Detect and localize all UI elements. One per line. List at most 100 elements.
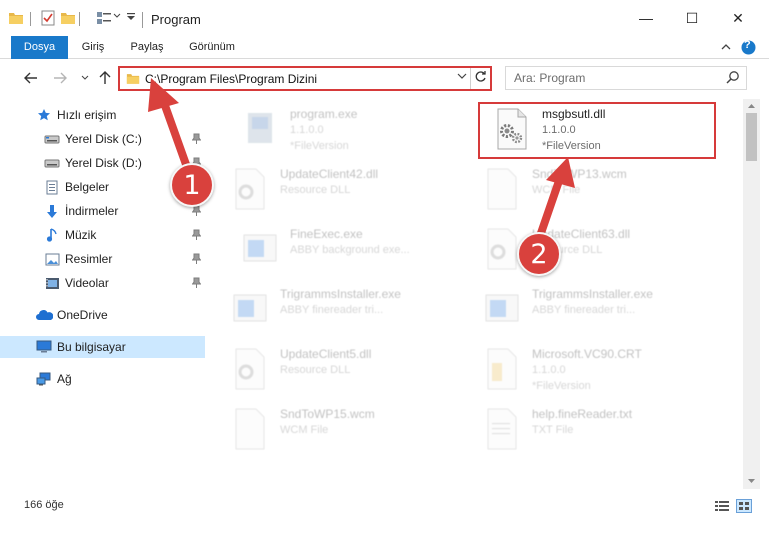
scroll-down-icon[interactable] [747,477,756,486]
tab-paylas[interactable]: Paylaş [122,36,172,59]
dll-gear-icon [230,347,268,391]
file-item[interactable]: UpdateClient5.dll Resource DLL [218,341,458,399]
search-box[interactable]: Ara: Program [505,66,747,90]
pin-icon[interactable] [191,277,202,288]
nav-label: Müzik [65,228,97,242]
minimize-button[interactable]: — [623,0,669,36]
file-item[interactable]: program.exe 1.1.0.0 *FileVersion [228,101,468,159]
search-icon[interactable] [726,70,740,87]
file-type: ABBY finereader tri... [280,304,384,316]
file-highlight-box [478,102,716,159]
search-input[interactable]: Ara: Program [514,71,585,85]
nav-item-music[interactable]: Müzik [0,224,205,246]
documents-icon [43,179,61,195]
file-item[interactable]: SndToWP13.wcm WCM File [470,161,710,219]
nav-label: İndirmeler [65,204,119,218]
close-icon: ✕ [732,9,744,26]
address-bar[interactable]: C:\Program Files\Program Dizini [118,66,492,91]
title-bar: Program — ☐ ✕ [0,0,769,38]
file-name: TrigrammsInstaller.exe [532,287,653,301]
nav-item-downloads[interactable]: İndirmeler [0,200,205,222]
new-folder-icon[interactable] [60,10,76,26]
text-file-icon [482,407,520,451]
customize-qa-icon[interactable] [126,10,136,22]
file-name: FineExec.exe [290,227,363,241]
app-window-icon [240,227,278,271]
file-item[interactable]: TrigrammsInstaller.exe ABBY finereader t… [218,281,458,339]
status-bar: 166 öğe [0,489,769,535]
navigation-pane: Hızlı erişim Yerel Disk (C:) Yerel Disk … [0,99,208,489]
tab-gorunum[interactable]: Görünüm [180,36,244,59]
maximize-icon: ☐ [685,9,699,26]
pin-icon[interactable] [191,229,202,240]
file-item[interactable]: UpdateClient42.dll Resource DLL [218,161,458,219]
address-path[interactable]: C:\Program Files\Program Dizini [145,72,317,86]
address-divider [470,68,471,89]
file-name: UpdateClient42.dll [280,167,379,181]
file-name: help.fineReader.txt [532,407,633,421]
folder-icon [8,10,24,26]
up-button[interactable] [95,68,115,88]
file-list: program.exe 1.1.0.0 *FileVersion msgbsut… [218,99,742,489]
file-item[interactable]: UpdateClient63.dll Resource DLL [470,221,710,279]
chevron-down-icon[interactable] [457,71,467,84]
view-toggle-icon[interactable] [96,10,112,26]
star-icon [35,107,53,123]
maximize-button[interactable]: ☐ [669,0,715,36]
item-count: 166 öğe [24,499,64,511]
file-type: Resource DLL [280,364,351,376]
nav-item-network[interactable]: Ağ [0,368,205,390]
file-item[interactable]: help.fineReader.txt TXT File [470,401,710,459]
pin-icon[interactable] [191,133,202,144]
recent-locations-icon[interactable] [75,68,95,88]
blank-file-icon [482,167,520,211]
properties-icon[interactable] [40,10,56,26]
blank-file-icon [230,407,268,451]
app-window-icon [230,287,268,331]
dll-gear-icon [482,227,520,271]
file-type: Resource DLL [280,184,351,196]
file-description: *FileVersion [290,140,349,152]
refresh-icon[interactable] [474,70,487,86]
close-button[interactable]: ✕ [715,0,761,36]
back-button[interactable] [21,68,41,88]
nav-label: Videolar [65,276,109,290]
pin-icon[interactable] [191,253,202,264]
app-window-icon [482,287,520,331]
nav-label: Ağ [57,372,72,386]
expand-ribbon-icon[interactable] [718,39,734,55]
this-pc-icon [35,339,53,355]
nav-item-onedrive[interactable]: OneDrive [0,304,205,326]
help-icon: ? [744,39,751,51]
scroll-up-icon[interactable] [747,102,756,111]
title-separator [142,12,143,28]
nav-item-pictures[interactable]: Resimler [0,248,205,270]
vertical-scrollbar[interactable] [743,99,760,489]
scrollbar-thumb[interactable] [746,113,757,161]
file-type: TXT File [532,424,574,436]
nav-item-quick-access[interactable]: Hızlı erişim [0,104,205,126]
file-type: WCM File [280,424,329,436]
file-type: ABBY finereader tri... [532,304,636,316]
help-button[interactable]: ? [740,39,756,55]
network-icon [35,371,53,387]
file-type: ABBY background exe... [290,244,410,256]
tab-giris[interactable]: Giriş [72,36,114,59]
folder-file-icon [482,347,520,391]
onedrive-icon [35,307,53,323]
file-item[interactable]: TrigrammsInstaller.exe ABBY finereader t… [470,281,710,339]
file-item[interactable]: Microsoft.VC90.CRT 1.1.0.0 *FileVersion [470,341,710,399]
nav-item-videos[interactable]: Videolar [0,272,205,294]
nav-item-this-pc[interactable]: Bu bilgisayar [0,336,205,358]
file-item[interactable]: FineExec.exe ABBY background exe... [228,221,468,279]
forward-button[interactable] [50,68,70,88]
large-icons-view-icon[interactable] [736,499,752,513]
nav-label: Resimler [65,252,113,266]
file-item[interactable]: SndToWP15.wcm WCM File [218,401,458,459]
details-view-icon[interactable] [714,499,730,513]
program-exe-icon [240,107,278,151]
nav-item-disk-c[interactable]: Yerel Disk (C:) [0,128,205,150]
nav-label: OneDrive [57,308,108,322]
videos-icon [43,275,61,291]
chevron-down-icon[interactable] [113,12,121,20]
